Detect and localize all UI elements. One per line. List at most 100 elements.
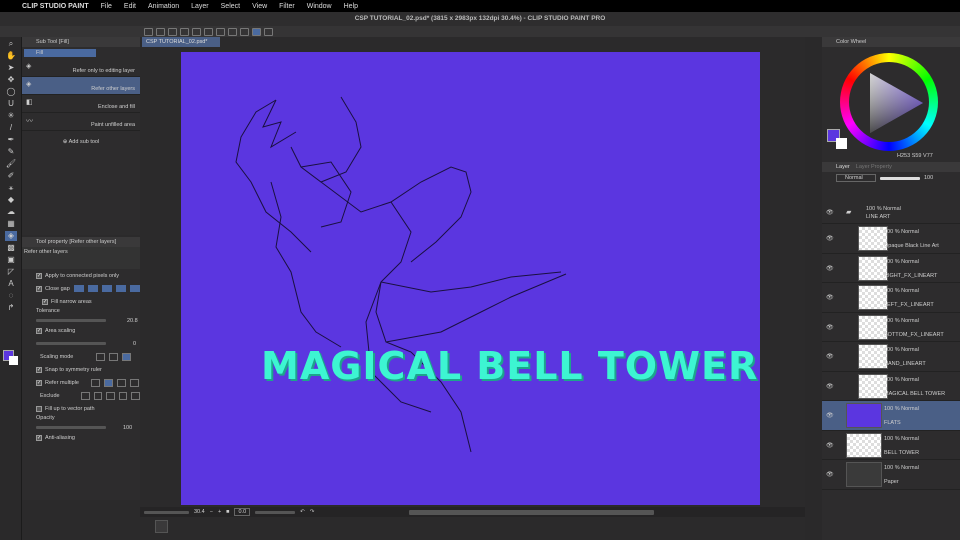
angle-value[interactable]: 0.0 (234, 508, 251, 516)
sub-color-swatch[interactable] (9, 356, 18, 365)
area-scaling-slider[interactable]: 0 (22, 337, 140, 350)
menu-edit[interactable]: Edit (124, 3, 136, 10)
frame-tool-icon[interactable]: ▣ (5, 255, 17, 265)
figure-tool-icon[interactable]: ▦ (5, 219, 17, 229)
subtool-refer-other[interactable]: ◈ Refer other layers (22, 77, 140, 95)
subtool-paint-unfilled[interactable]: 〰 Paint unfilled area (22, 113, 140, 131)
fill-button[interactable] (228, 27, 237, 36)
rotate-left-button[interactable]: ↶ (300, 509, 305, 515)
tab-layer[interactable]: Layer (836, 162, 850, 172)
zoom-value[interactable]: 30.4 (194, 509, 205, 515)
refer-layer-button[interactable] (252, 27, 261, 36)
fill-vector-checkbox[interactable]: Fill up to vector path (22, 402, 140, 415)
fill-narrow-checkbox[interactable]: ✓ Fill narrow areas (22, 295, 140, 308)
sub-color-chip[interactable] (836, 138, 847, 149)
new-button[interactable] (156, 27, 165, 36)
layer-row[interactable]: 👁 100 % Normal LEFT_FX_LINEART (822, 283, 960, 313)
tab-layer-property[interactable]: Layer Property (856, 162, 892, 172)
blend-tool-icon[interactable]: ☁ (5, 207, 17, 217)
visibility-eye-icon[interactable]: 👁 (826, 471, 834, 478)
layer-folder-line-art[interactable]: 👁 ▰ 100 % Normal LINE ART (822, 204, 960, 224)
visibility-eye-icon[interactable]: 👁 (826, 294, 834, 301)
operation-tool-icon[interactable]: ➤ (5, 63, 17, 73)
brush-tool-icon[interactable]: 🖌 (5, 159, 17, 169)
hand-tool-icon[interactable]: ✋ (5, 51, 17, 61)
visibility-eye-icon[interactable]: 👁 (826, 442, 834, 449)
gradient-tool-icon[interactable]: ▩ (5, 243, 17, 253)
scaling-mode-selector[interactable]: Scaling mode (22, 350, 140, 363)
ruler-tool-icon[interactable]: ◸ (5, 267, 17, 277)
rotate-slider[interactable] (255, 510, 296, 514)
layer-row[interactable]: 👁 100 % Normal BOTTOM_FX_LINEART (822, 313, 960, 342)
text-tool-icon[interactable]: A (5, 279, 17, 289)
layer-row[interactable]: 👁 100 % Normal BELL TOWER (822, 431, 960, 460)
subtool-enclose-fill[interactable]: ◧ Enclose and fill (22, 95, 140, 113)
layer-opacity-value[interactable]: 100 (924, 175, 933, 181)
magnet-tool-icon[interactable]: U (5, 99, 17, 109)
lasso-tool-icon[interactable]: ◯ (5, 87, 17, 97)
airbrush-tool-icon[interactable]: ✐ (5, 171, 17, 181)
transform-button[interactable] (240, 27, 249, 36)
zoom-in-button[interactable]: + (218, 509, 221, 515)
visibility-eye-icon[interactable]: 👁 (826, 353, 834, 360)
open-button[interactable] (168, 27, 177, 36)
opacity-slider[interactable]: Opacity 100 (22, 415, 140, 431)
fit-button[interactable]: ■ (226, 509, 229, 515)
apply-connected-checkbox[interactable]: ✓ Apply to connected pixels only (22, 269, 140, 282)
snap-symmetry-checkbox[interactable]: ✓ Snap to symmetry ruler (22, 363, 140, 376)
menu-animation[interactable]: Animation (148, 3, 179, 10)
menu-file[interactable]: File (101, 3, 112, 10)
fill-tool-icon[interactable]: ◈ (5, 231, 17, 241)
close-gap-checkbox[interactable]: ✓ Close gap (22, 282, 140, 295)
redo-button[interactable] (204, 27, 213, 36)
deselect-button[interactable] (216, 27, 225, 36)
layer-row[interactable]: 👁 100 % Normal RIGHT_FX_LINEART (822, 254, 960, 283)
eraser-tool-icon[interactable]: ◆ (5, 195, 17, 205)
tolerance-slider[interactable]: Tolerance 20.8 (22, 308, 140, 324)
saturation-value-triangle[interactable] (840, 53, 938, 151)
visibility-eye-icon[interactable]: 👁 (826, 235, 834, 242)
eyedropper-icon[interactable]: / (5, 123, 17, 133)
subtool-group-fill[interactable]: Fill (24, 49, 96, 57)
move-tool-icon[interactable]: ✥ (5, 75, 17, 85)
save-button[interactable] (180, 27, 189, 36)
document-tab[interactable]: CSP TUTORIAL_02.psd* (142, 37, 220, 47)
timeline-icon[interactable] (155, 520, 168, 533)
layer-row[interactable]: 👁 100 % Normal MAGICAL BELL TOWER (822, 372, 960, 401)
pencil-tool-icon[interactable]: ✎ (5, 147, 17, 157)
correct-line-tool-icon[interactable]: ↱ (5, 303, 17, 313)
menu-filter[interactable]: Filter (279, 3, 295, 10)
menu-window[interactable]: Window (307, 3, 332, 10)
add-subtool-button[interactable]: ⊕ Add sub tool (22, 139, 140, 145)
layer-row[interactable]: 👁 100 % Normal Paper (822, 460, 960, 490)
blend-mode-select[interactable]: Normal (836, 174, 876, 182)
visibility-eye-icon[interactable]: 👁 (826, 324, 834, 331)
layer-opacity-slider[interactable] (880, 176, 920, 180)
balloon-tool-icon[interactable]: ◌ (5, 291, 17, 301)
rotate-right-button[interactable]: ↷ (310, 509, 315, 515)
visibility-eye-icon[interactable]: 👁 (826, 265, 834, 272)
color-wheel[interactable] (840, 53, 938, 151)
pen-tool-icon[interactable]: ✒ (5, 135, 17, 145)
zoom-tool-icon[interactable]: ⌕ (5, 39, 17, 49)
menu-view[interactable]: View (252, 3, 267, 10)
clip-studio-button[interactable] (144, 27, 153, 36)
layer-row[interactable]: 👁 100 % Normal Opaque Black Line Art (822, 224, 960, 254)
undo-button[interactable] (192, 27, 201, 36)
menu-select[interactable]: Select (221, 3, 240, 10)
menu-layer[interactable]: Layer (191, 3, 209, 10)
layer-row[interactable]: 👁 100 % Normal FLATS (822, 401, 960, 431)
layer-row[interactable]: 👁 100 % Normal HAND_LINEART (822, 342, 960, 372)
visibility-eye-icon[interactable]: 👁 (826, 412, 834, 419)
area-scaling-checkbox[interactable]: ✓ Area scaling (22, 324, 140, 337)
horizontal-scrollbar[interactable] (409, 509, 655, 515)
zoom-out-button[interactable]: − (210, 509, 213, 515)
visibility-eye-icon[interactable]: 👁 (826, 209, 834, 216)
decoration-tool-icon[interactable]: ⚹ (5, 183, 17, 193)
menu-help[interactable]: Help (344, 3, 358, 10)
exclude-selector[interactable]: Exclude (22, 389, 140, 402)
visibility-eye-icon[interactable]: 👁 (826, 383, 834, 390)
anti-aliasing-checkbox[interactable]: ✓ Anti-aliasing (22, 431, 140, 444)
subtool-refer-editing[interactable]: ◈ Refer only to editing layer (22, 59, 140, 77)
magic-wand-icon[interactable]: ✳ (5, 111, 17, 121)
